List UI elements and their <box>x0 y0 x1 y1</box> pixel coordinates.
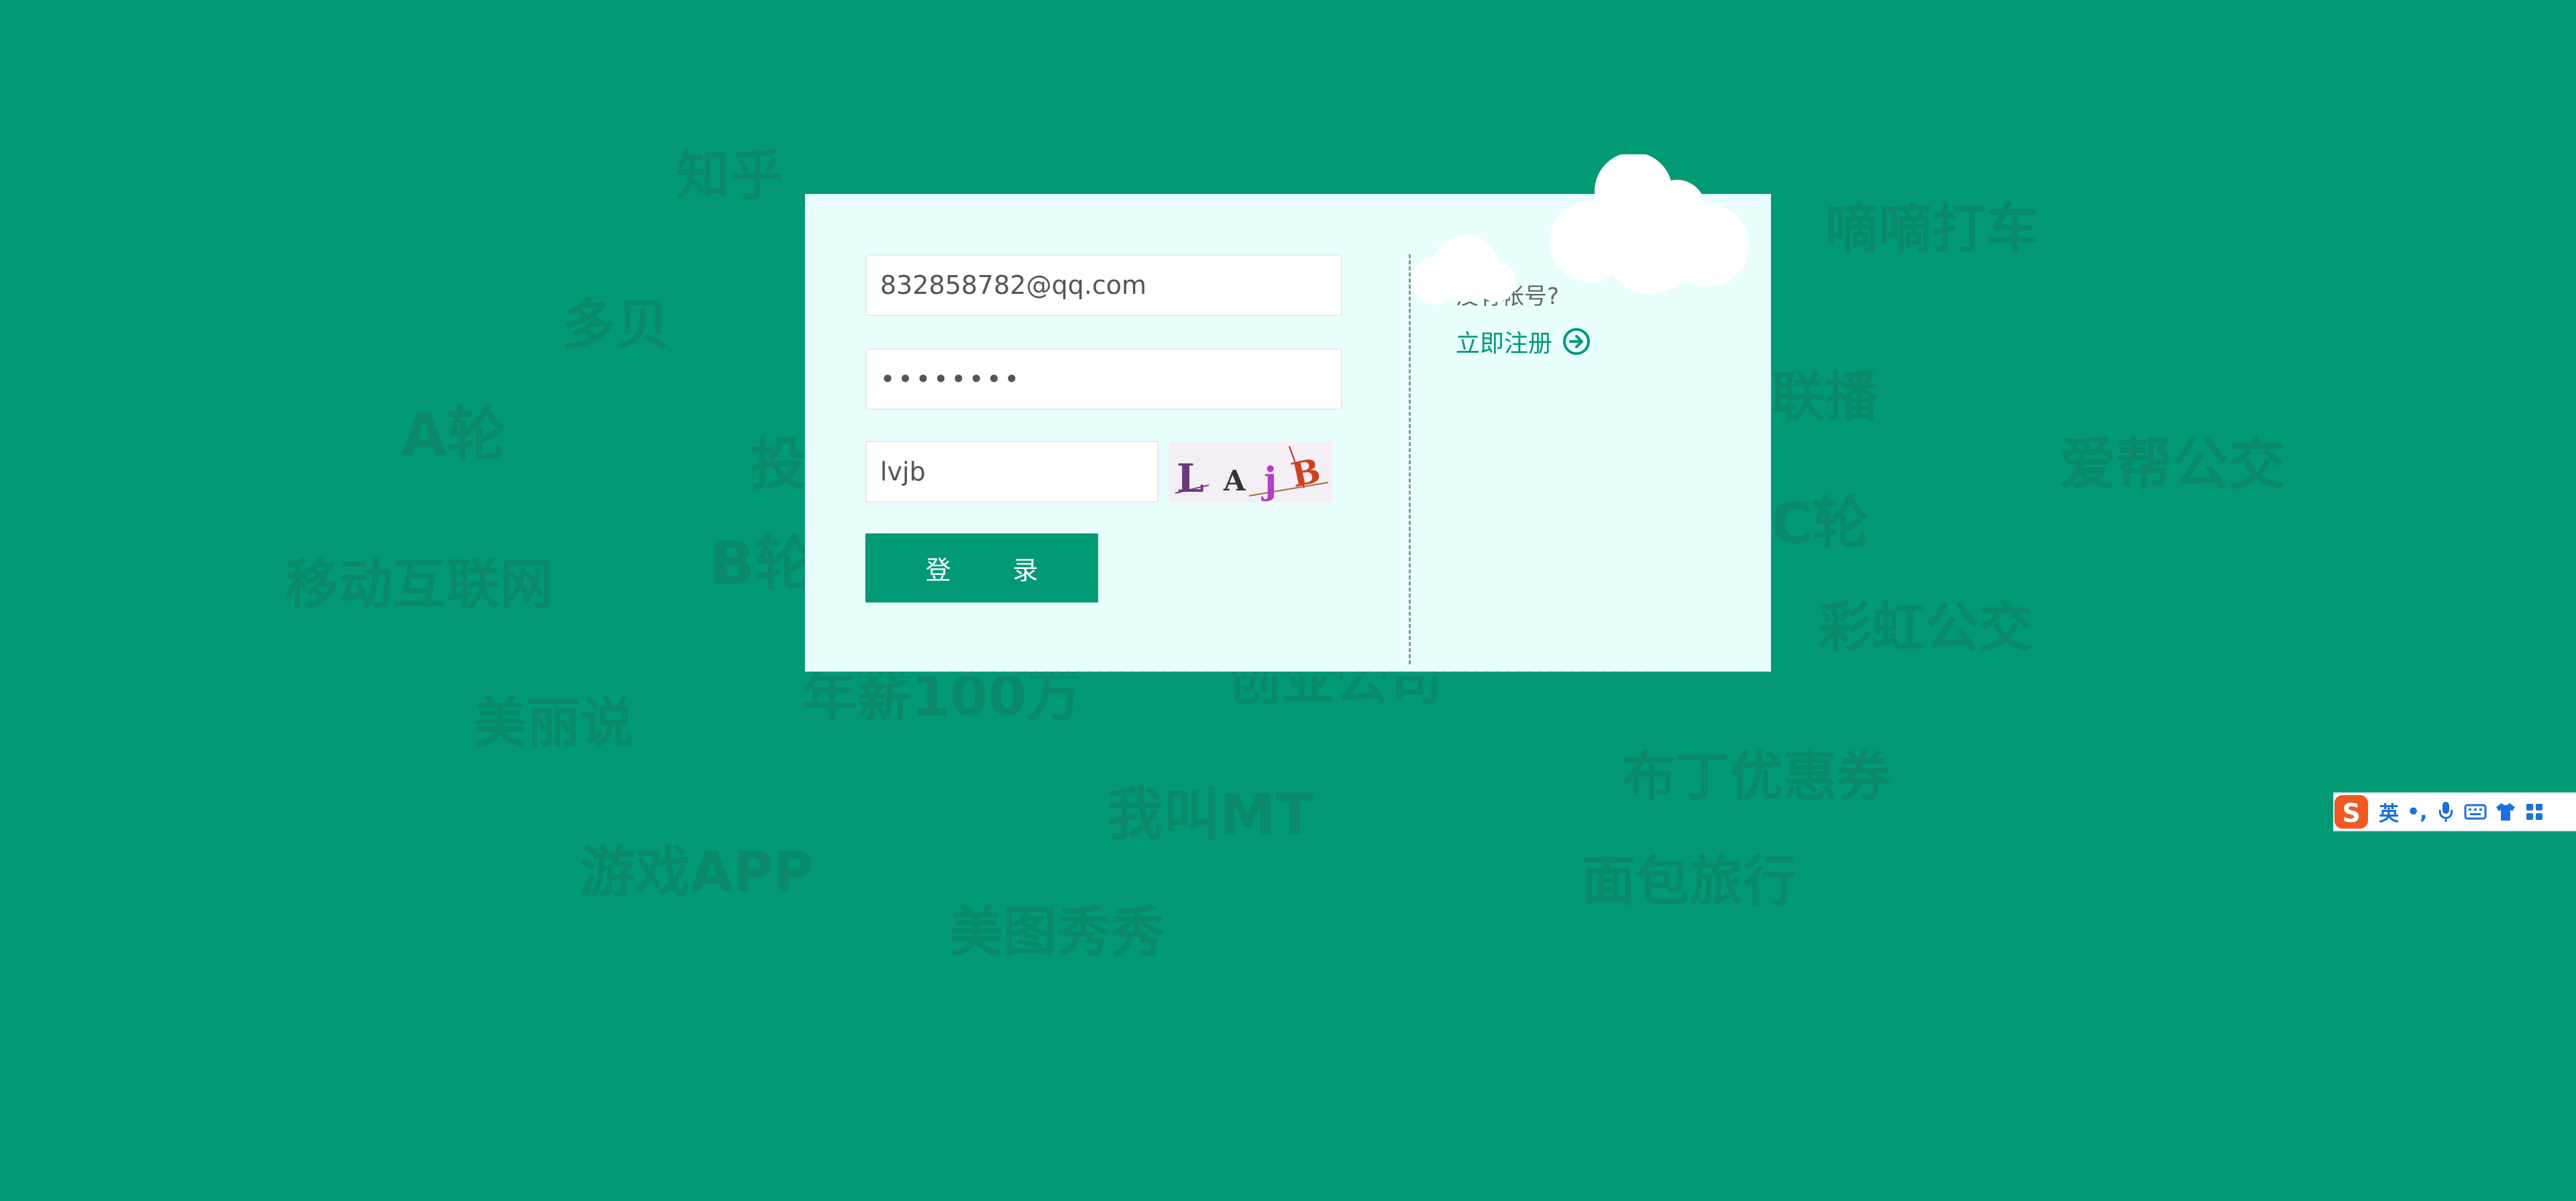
bg-word: 嘀嘀打车 <box>1825 198 2039 260</box>
bg-word: 年薪100万 <box>802 665 1082 729</box>
bg-word: 我叫MT <box>1107 782 1314 847</box>
grid-menu-icon[interactable] <box>2524 802 2544 821</box>
password-input[interactable] <box>865 348 1342 410</box>
ime-punctuation-label[interactable]: •, <box>2407 800 2428 824</box>
bg-word: A轮 <box>401 400 506 469</box>
captcha-input[interactable] <box>865 441 1159 503</box>
captcha-row: L A j B <box>865 441 1342 503</box>
cloud-decoration <box>1395 152 1758 309</box>
card-zigzag-edge <box>805 667 1771 676</box>
bg-word: 联播 <box>1771 366 1878 428</box>
login-button[interactable]: 登 录 <box>865 533 1098 603</box>
arrow-right-circle-icon <box>1562 327 1591 356</box>
ime-toolbar: S 英 •, <box>2333 792 2576 831</box>
bg-word: 面包旅行 <box>1582 850 1796 912</box>
bg-word: 投 <box>750 431 807 497</box>
svg-text:A: A <box>1223 464 1246 497</box>
login-form: L A j B 登 录 <box>865 254 1342 603</box>
sogou-logo-icon[interactable]: S <box>2332 792 2371 831</box>
register-label: 立即注册 <box>1456 330 1553 358</box>
bg-word: 美图秀秀 <box>949 901 1164 963</box>
svg-text:j: j <box>1260 459 1277 502</box>
bg-word: B轮 <box>710 529 814 598</box>
bg-word: 彩虹公交 <box>1818 596 2033 659</box>
bg-word: 移动互联网 <box>285 554 553 616</box>
email-input[interactable] <box>865 254 1342 316</box>
svg-text:L: L <box>1177 456 1204 501</box>
ime-mode-label[interactable]: 英 <box>2379 797 2399 827</box>
bg-word: 多贝 <box>562 294 669 356</box>
bg-word: 爱帮公交 <box>2059 431 2286 497</box>
shirt-icon[interactable] <box>2495 802 2516 822</box>
bg-word: 知乎 <box>676 144 784 207</box>
keyboard-icon[interactable] <box>2464 803 2487 821</box>
register-link[interactable]: 立即注册 <box>1456 324 1591 359</box>
divider <box>1409 254 1411 664</box>
bg-word: C轮 <box>1771 490 1869 556</box>
bg-word: 游戏APP <box>580 841 814 904</box>
bg-word: 布丁优惠券 <box>1622 745 1890 808</box>
captcha-image[interactable]: L A j B <box>1169 441 1332 503</box>
bg-word: 美丽说 <box>473 692 634 754</box>
microphone-icon[interactable] <box>2436 800 2456 823</box>
svg-text:S: S <box>2342 798 2360 828</box>
